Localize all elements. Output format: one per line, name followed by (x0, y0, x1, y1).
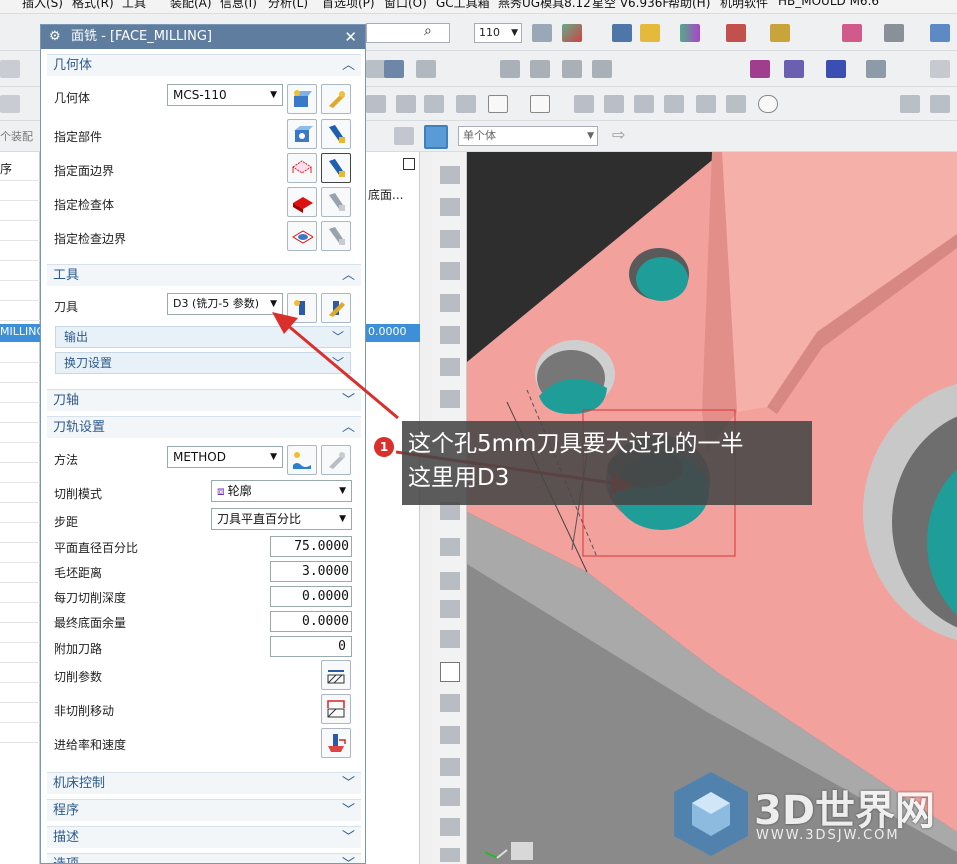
annotation-line-2: 这里用D3 (408, 465, 510, 491)
annotation-line-1: 这个孔5mm刀具要大过孔的一半 (408, 431, 744, 457)
annotation-badge: 1 (374, 437, 394, 457)
watermark: 3D世界网 WWW.3DSJW.COM (660, 768, 957, 864)
watermark-logo (674, 772, 748, 856)
watermark-url: WWW.3DSJW.COM (756, 828, 900, 843)
annotation-callout: 这个孔5mm刀具要大过孔的一半 这里用D3 (402, 421, 812, 505)
